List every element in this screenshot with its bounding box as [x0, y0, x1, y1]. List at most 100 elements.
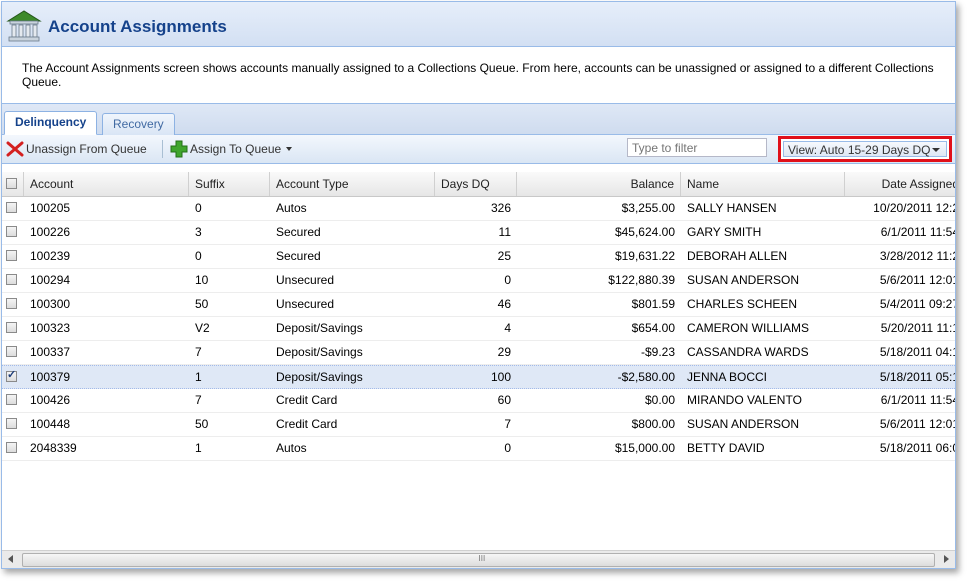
table-row[interactable]: 100426 7 Credit Card 60 $0.00 MIRANDO VALENTO… [2, 389, 955, 413]
row-checkbox[interactable] [6, 368, 17, 382]
cell-account: 2048339 [30, 441, 77, 455]
scrollbar-thumb[interactable]: III [22, 553, 935, 567]
unassign-from-queue-button[interactable]: Unassign From Queue [6, 141, 147, 157]
table-row[interactable]: 100205 0 Autos 326 $3,255.00 SALLY HANSEN 10/2… [2, 197, 955, 221]
cell-account: 100294 [30, 273, 71, 287]
cell-date: 5/6/2011 12:01 [879, 417, 956, 431]
col-suffix[interactable]: Suffix [189, 172, 270, 196]
cell-account: 100379 [30, 370, 71, 384]
cell-days: 60 [497, 393, 511, 407]
cell-balance: $800.00 [631, 417, 675, 431]
cell-days: 0 [504, 441, 511, 455]
row-checkbox[interactable] [6, 418, 17, 429]
cell-account: 100239 [30, 249, 71, 263]
cell-balance: $122,880.39 [608, 273, 675, 287]
cell-name: DEBORAH ALLEN [687, 249, 788, 263]
row-checkbox[interactable] [6, 394, 17, 405]
cell-days: 100 [490, 370, 511, 384]
row-checkbox[interactable] [6, 346, 17, 357]
bank-icon [6, 10, 42, 42]
table-row[interactable]: 100300 50 Unsecured 46 $801.59 CHARLES SCHEEN… [2, 293, 955, 317]
col-balance[interactable]: Balance [517, 172, 681, 196]
row-checkbox[interactable] [6, 322, 17, 333]
toolbar-separator [162, 140, 163, 158]
account-assignments-window: Account Assignments The Account Assignme… [1, 1, 956, 569]
cell-type: Unsecured [276, 273, 335, 287]
view-selector-button[interactable]: View: Auto 15-29 Days DQ [783, 141, 947, 157]
chevron-down-icon [286, 147, 293, 151]
cell-days: 46 [497, 297, 511, 311]
row-checkbox[interactable] [6, 274, 17, 285]
cell-name: JENNA BOCCI [687, 370, 768, 384]
horizontal-scrollbar[interactable]: III [2, 550, 955, 568]
table-row[interactable]: 100448 50 Credit Card 7 $800.00 SUSAN ANDERSO… [2, 413, 955, 437]
cell-name: BETTY DAVID [687, 441, 765, 455]
cell-days: 4 [504, 321, 511, 335]
row-checkbox[interactable] [6, 226, 17, 237]
tab-delinquency[interactable]: Delinquency [4, 111, 98, 135]
tab-recovery[interactable]: Recovery [102, 113, 175, 135]
col-name[interactable]: Name [681, 172, 845, 196]
col-days-dq[interactable]: Days DQ [435, 172, 517, 196]
green-plus-icon [170, 140, 188, 158]
row-checkbox[interactable] [6, 298, 17, 309]
cell-suffix: 0 [195, 249, 202, 263]
cell-type: Deposit/Savings [276, 321, 363, 335]
cell-account: 100226 [30, 225, 71, 239]
cell-balance: -$9.23 [640, 345, 675, 359]
cell-account: 100205 [30, 201, 71, 215]
cell-days: 25 [497, 249, 511, 263]
cell-suffix: 7 [195, 345, 202, 359]
tab-bar: Delinquency Recovery [2, 104, 955, 135]
cell-suffix: 1 [195, 370, 202, 384]
cell-balance: $654.00 [631, 321, 675, 335]
cell-date: 6/1/2011 11:54 [880, 225, 956, 239]
col-date-assigned[interactable]: Date Assigned [845, 172, 955, 196]
cell-account: 100448 [30, 417, 71, 431]
select-all-header [2, 172, 24, 196]
cell-balance: $15,000.00 [614, 441, 675, 455]
cell-balance: $3,255.00 [621, 201, 675, 215]
cell-date: 5/20/2011 11:1 [880, 321, 956, 335]
cell-name: SUSAN ANDERSON [687, 273, 800, 287]
page-title: Account Assignments [48, 17, 227, 36]
accounts-grid: Account Suffix Account Type Days DQ Bala… [2, 172, 955, 461]
row-checkbox[interactable] [6, 250, 17, 261]
select-all-checkbox[interactable] [6, 178, 17, 189]
cell-type: Secured [276, 225, 321, 239]
cell-name: SUSAN ANDERSON [687, 417, 800, 431]
row-checkbox[interactable] [6, 202, 17, 213]
cell-account: 100300 [30, 297, 71, 311]
cell-suffix: 50 [195, 417, 209, 431]
table-row[interactable]: 2048339 1 Autos 0 $15,000.00 BETTY DAVID 5/18/… [2, 437, 955, 461]
col-account-type[interactable]: Account Type [270, 172, 435, 196]
cell-date: 5/18/2011 06:0 [879, 441, 956, 455]
assign-label: Assign To Queue [190, 142, 282, 156]
cell-balance: $0.00 [644, 393, 675, 407]
grid-body: 100205 0 Autos 326 $3,255.00 SALLY HANSEN 10/2… [2, 197, 955, 461]
cell-account: 100323 [30, 321, 71, 335]
table-row[interactable]: 100226 3 Secured 11 $45,624.00 GARY SMITH 6/1/… [2, 221, 955, 245]
cell-days: 11 [498, 225, 511, 239]
description-text: The Account Assignments screen shows acc… [2, 47, 955, 104]
col-account[interactable]: Account [24, 172, 189, 196]
cell-type: Autos [276, 201, 307, 215]
scrollbar-grip: III [478, 554, 486, 563]
scroll-right-arrow-icon[interactable] [944, 555, 949, 563]
cell-account: 100337 [30, 345, 71, 359]
assign-to-queue-button[interactable]: Assign To Queue [170, 140, 293, 158]
grid-header: Account Suffix Account Type Days DQ Bala… [2, 172, 955, 197]
cell-type: Autos [276, 441, 307, 455]
table-row[interactable]: 100379 1 Deposit/Savings 100 -$2,580.00 JENNA… [2, 365, 955, 389]
table-row[interactable]: 100323 V2 Deposit/Savings 4 $654.00 CAMERON W… [2, 317, 955, 341]
table-row[interactable]: 100294 10 Unsecured 0 $122,880.39 SUSAN ANDER… [2, 269, 955, 293]
cell-type: Deposit/Savings [276, 370, 363, 384]
row-checkbox[interactable] [6, 442, 17, 453]
table-row[interactable]: 100239 0 Secured 25 $19,631.22 DEBORAH ALLEN 3… [2, 245, 955, 269]
filter-input[interactable] [627, 138, 767, 157]
table-row[interactable]: 100337 7 Deposit/Savings 29 -$9.23 CASSANDRA … [2, 341, 955, 365]
scroll-left-arrow-icon[interactable] [8, 555, 13, 563]
view-highlight-box: View: Auto 15-29 Days DQ [778, 136, 952, 162]
cell-type: Deposit/Savings [276, 345, 363, 359]
cell-name: CHARLES SCHEEN [687, 297, 798, 311]
